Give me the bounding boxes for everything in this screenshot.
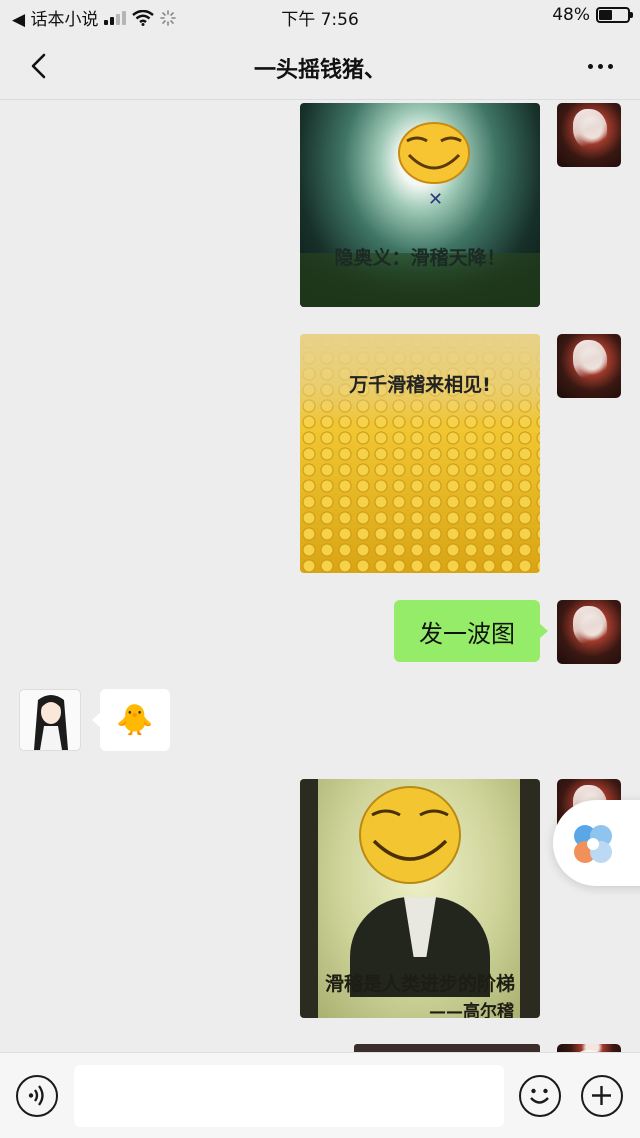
avatar-self[interactable] — [557, 334, 621, 398]
image-message-portrait[interactable]: 滑稽是人类进步的阶梯 ——高尔稽 — [300, 779, 540, 1018]
voice-icon[interactable] — [16, 1075, 58, 1117]
image-message-sky[interactable]: ✕ 隐奥义：滑稽天降！ — [300, 103, 540, 307]
battery-percent: 48% — [552, 5, 590, 25]
avatar-self[interactable] — [557, 103, 621, 167]
chat-title: 一头摇钱猪、 — [253, 58, 386, 83]
avatar-self[interactable] — [557, 600, 621, 664]
image-caption: 万千滑稽来相见! — [349, 374, 491, 396]
status-time: 下午 7:56 — [281, 10, 359, 30]
status-bar: ◀ 话本小说 下午 7:56 48% — [0, 0, 640, 32]
more-dots-icon[interactable] — [580, 52, 620, 80]
avatar-other[interactable] — [19, 689, 81, 751]
avatar-self[interactable] — [557, 1044, 621, 1052]
floating-assistant-button[interactable] — [553, 800, 640, 886]
battery-icon — [596, 7, 633, 23]
emoji-message-bubble[interactable]: 🐥 — [92, 689, 170, 751]
image-caption: 隐奥义：滑稽天降！ — [334, 247, 506, 269]
chick-emoji: 🐥 — [116, 702, 154, 738]
image-caption: 滑稽是人类进步的阶梯 — [324, 973, 515, 995]
emoji-icon[interactable] — [519, 1075, 561, 1117]
smiley-face-image — [359, 786, 461, 884]
message-input[interactable] — [74, 1065, 504, 1127]
smiley-face-image — [398, 122, 470, 184]
plus-icon[interactable] — [581, 1075, 623, 1117]
image-message-crowd[interactable]: 万千滑稽来相见! — [300, 334, 540, 573]
chevron-left-icon[interactable] — [24, 50, 56, 82]
anime-girl-avatar — [34, 695, 68, 750]
text-message-bubble[interactable]: 发一波图 — [394, 600, 548, 662]
chat-header: 一头摇钱猪、 — [0, 32, 640, 100]
input-bar — [0, 1052, 640, 1138]
image-caption-author: ——高尔稽 — [429, 1002, 514, 1018]
pinwheel-icon — [574, 825, 612, 863]
image-message-partial[interactable] — [354, 1044, 540, 1052]
